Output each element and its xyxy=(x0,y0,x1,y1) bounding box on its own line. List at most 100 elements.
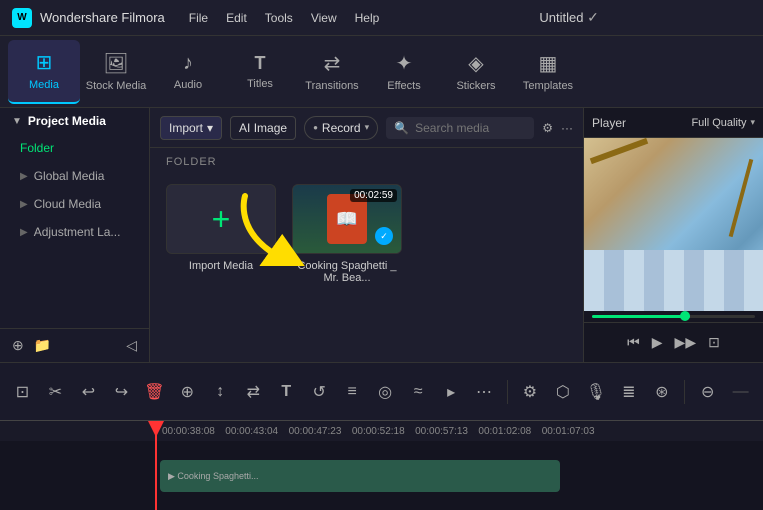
quality-dropdown-arrow[interactable]: ▾ xyxy=(750,117,755,128)
play-button[interactable]: ▶ xyxy=(652,334,663,351)
stickers-icon: ◈ xyxy=(468,51,483,76)
filter-icon[interactable]: ⚙ xyxy=(542,121,553,135)
window-title: Untitled ✓ xyxy=(387,9,751,26)
delete-icon[interactable]: 🗑 xyxy=(140,376,169,408)
more-tools-icon[interactable]: ▸ xyxy=(437,376,466,408)
menu-view[interactable]: View xyxy=(311,11,337,25)
toolbar-effects[interactable]: ✦ Effects xyxy=(368,40,440,104)
sidebar-item-adjustment[interactable]: ▶ Adjustment La... xyxy=(0,218,149,246)
add-track-icon[interactable]: ⊛ xyxy=(647,376,676,408)
toolbar-transitions[interactable]: ⇄ Transitions xyxy=(296,40,368,104)
sidebar-item-global-media[interactable]: ▶ Global Media xyxy=(0,162,149,190)
templates-icon: ▦ xyxy=(539,51,558,76)
record-dropdown-arrow[interactable]: ▾ xyxy=(365,122,370,133)
text-tool-icon[interactable]: T xyxy=(272,376,301,408)
menu-edit[interactable]: Edit xyxy=(226,11,247,25)
settings-icon[interactable]: ⚙ xyxy=(515,376,544,408)
title-bar: W Wondershare Filmora File Edit Tools Vi… xyxy=(0,0,763,36)
media-content-panel: Import ▾ AI Image ● Record ▾ 🔍 ⚙ ··· xyxy=(150,108,583,362)
quality-selector[interactable]: Full Quality ▾ xyxy=(691,117,755,129)
transition-tool-icon[interactable]: ⇄ xyxy=(239,376,268,408)
media-icon: ⊞ xyxy=(36,50,53,75)
preview-progress-slider[interactable] xyxy=(584,311,763,322)
sidebar-item-cloud-media[interactable]: ▶ Cloud Media xyxy=(0,190,149,218)
more-options-btn[interactable]: ⋯ xyxy=(470,376,499,408)
timeline-playhead[interactable] xyxy=(155,421,157,510)
skip-back-button[interactable]: ⏮ xyxy=(627,334,640,351)
add-folder-icon[interactable]: ⊕ xyxy=(12,337,24,354)
toolbar-stickers[interactable]: ◈ Stickers xyxy=(440,40,512,104)
cooking-video-item[interactable]: 📖 ✓ 00:02:59 Cooking Spaghetti _ Mr. Bea… xyxy=(292,184,402,284)
time-mark-0: 00:00:38:08 xyxy=(160,426,223,437)
search-area: 🔍 xyxy=(386,117,534,139)
slider-thumb[interactable] xyxy=(680,311,690,321)
color-match-icon[interactable]: ◎ xyxy=(371,376,400,408)
record-button[interactable]: ● Record ▾ xyxy=(304,116,378,140)
toolbar-audio[interactable]: ♪ Audio xyxy=(152,40,224,104)
main-toolbar: ⊞ Media 🖼 Stock Media ♪ Audio T Titles ⇄… xyxy=(0,36,763,108)
menu-bar: File Edit Tools View Help xyxy=(189,11,380,25)
time-mark-6: 00:01:07:03 xyxy=(540,426,603,437)
menu-tools[interactable]: Tools xyxy=(265,11,293,25)
select-tool-icon[interactable]: ⊡ xyxy=(8,376,37,408)
folder-icon[interactable]: 📁 xyxy=(34,337,51,354)
search-icon: 🔍 xyxy=(394,121,409,135)
more-options-icon[interactable]: ··· xyxy=(561,121,573,135)
ai-tools-icon[interactable]: ⬡ xyxy=(548,376,577,408)
preview-panel: Player Full Quality ▾ xyxy=(583,108,763,362)
menu-help[interactable]: Help xyxy=(355,11,380,25)
player-label: Player xyxy=(592,116,626,130)
stock-media-icon: 🖼 xyxy=(103,51,128,76)
toolbar-separator-2 xyxy=(684,380,685,404)
zoom-out-icon[interactable]: ⊖ xyxy=(693,376,722,408)
toolbar-separator xyxy=(507,380,508,404)
slider-fill xyxy=(592,315,690,318)
collapse-panel-icon[interactable]: ◁ xyxy=(126,337,137,354)
crop-icon[interactable]: ⊕ xyxy=(173,376,202,408)
time-mark-2: 00:00:47:23 xyxy=(287,426,350,437)
redo-icon[interactable]: ↪ xyxy=(107,376,136,408)
stabilize-icon[interactable]: ≡ xyxy=(338,376,367,408)
toolbar-media[interactable]: ⊞ Media xyxy=(8,40,80,104)
toolbar-stock-media[interactable]: 🖼 Stock Media xyxy=(80,40,152,104)
track-icon[interactable]: ≣ xyxy=(614,376,643,408)
toolbar-templates[interactable]: ▦ Templates xyxy=(512,40,584,104)
time-mark-3: 00:00:52:18 xyxy=(350,426,413,437)
ai-image-button[interactable]: AI Image xyxy=(230,116,296,140)
folder-label: FOLDER xyxy=(150,148,583,176)
expand-arrow: ▶ xyxy=(20,171,28,182)
import-media-item[interactable]: + Import Media xyxy=(166,184,276,284)
audio-tools-icon[interactable]: ≈ xyxy=(404,376,433,408)
main-content-area: ▼ Project Media Folder ▶ Global Media ▶ … xyxy=(0,108,763,362)
zoom-dash-icon: — xyxy=(726,376,755,408)
import-dropdown-arrow[interactable]: ▾ xyxy=(207,121,213,135)
media-grid: + Import Media 📖 ✓ 00:02:59 Cooking Spa xyxy=(150,176,583,292)
sidebar-collapse-arrow[interactable]: ▼ xyxy=(12,116,22,127)
toolbar-titles[interactable]: T Titles xyxy=(224,40,296,104)
microphone-icon[interactable]: 🎙 xyxy=(581,376,610,408)
slider-track[interactable] xyxy=(592,315,755,318)
expand-arrow: ▶ xyxy=(20,199,28,210)
sidebar-item-folder[interactable]: Folder xyxy=(0,134,149,162)
sidebar: ▼ Project Media Folder ▶ Global Media ▶ … xyxy=(0,108,150,362)
search-input[interactable] xyxy=(415,121,526,135)
effects-icon: ✦ xyxy=(396,51,413,76)
time-mark-5: 00:01:02:08 xyxy=(476,426,539,437)
menu-file[interactable]: File xyxy=(189,11,208,25)
time-mark-1: 00:00:43:04 xyxy=(223,426,286,437)
skip-forward-button[interactable]: ▶▶ xyxy=(675,334,697,351)
import-button[interactable]: Import ▾ xyxy=(160,116,222,140)
preview-video-area xyxy=(584,138,763,311)
freeze-frame-icon[interactable]: ↺ xyxy=(305,376,334,408)
time-mark-4: 00:00:57:13 xyxy=(413,426,476,437)
video-track: ▶ Cooking Spaghetti... xyxy=(160,441,763,510)
duration-badge: 00:02:59 xyxy=(350,189,397,202)
verified-icon: ✓ xyxy=(587,9,599,25)
razor-tool-icon[interactable]: ✂ xyxy=(41,376,70,408)
fullscreen-button[interactable]: ⊡ xyxy=(708,334,720,351)
bottom-toolbar: ⊡ ✂ ↩ ↪ 🗑 ⊕ ↕ ⇄ T ↺ ≡ ◎ ≈ ▸ ⋯ ⚙ ⬡ 🎙 ≣ ⊛ … xyxy=(0,362,763,420)
undo-icon[interactable]: ↩ xyxy=(74,376,103,408)
speed-icon[interactable]: ↕ xyxy=(206,376,235,408)
video-clip[interactable]: ▶ Cooking Spaghetti... xyxy=(160,460,560,492)
timeline-tracks: ▶ Cooking Spaghetti... xyxy=(0,441,763,510)
